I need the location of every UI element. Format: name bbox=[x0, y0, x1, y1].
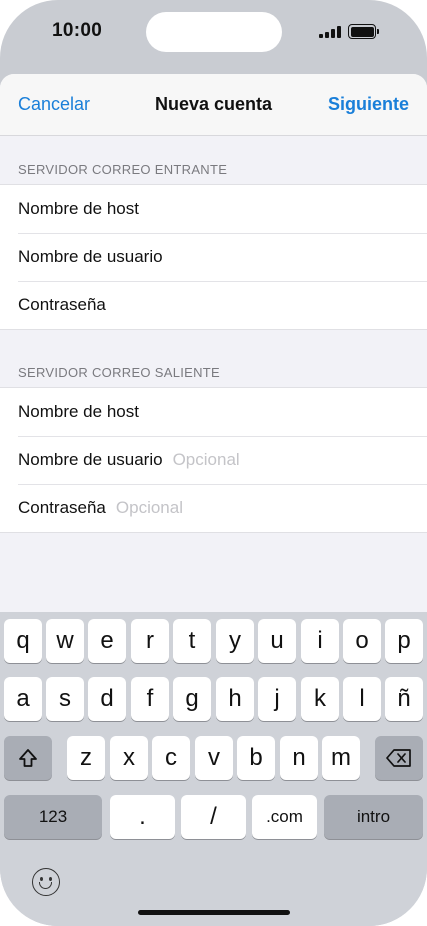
emoji-icon[interactable] bbox=[32, 868, 60, 896]
dotcom-key[interactable]: .com bbox=[252, 795, 317, 839]
key-c[interactable]: c bbox=[152, 736, 190, 780]
key-u[interactable]: u bbox=[258, 619, 296, 663]
backspace-icon bbox=[386, 749, 411, 767]
incoming-group: Nombre de host Nombre de usuario Contras… bbox=[0, 184, 427, 330]
nav-bar: Cancelar Nueva cuenta Siguiente bbox=[0, 74, 427, 136]
row-label: Nombre de usuario bbox=[18, 247, 163, 266]
key-i[interactable]: i bbox=[301, 619, 339, 663]
key-f[interactable]: f bbox=[131, 677, 169, 721]
key-k[interactable]: k bbox=[301, 677, 339, 721]
backspace-key[interactable] bbox=[375, 736, 423, 780]
key-p[interactable]: p bbox=[385, 619, 423, 663]
key-g[interactable]: g bbox=[173, 677, 211, 721]
outgoing-password-row[interactable]: Contraseña bbox=[0, 484, 427, 532]
key-n[interactable]: n bbox=[280, 736, 318, 780]
key-o[interactable]: o bbox=[343, 619, 381, 663]
outgoing-password-input[interactable] bbox=[115, 498, 316, 518]
key-r[interactable]: r bbox=[131, 619, 169, 663]
key-j[interactable]: j bbox=[258, 677, 296, 721]
key-l[interactable]: l bbox=[343, 677, 381, 721]
incoming-section-header: SERVIDOR CORREO ENTRANTE bbox=[18, 162, 228, 177]
key-t[interactable]: t bbox=[173, 619, 211, 663]
outgoing-group: Nombre de host Nombre de usuario Contras… bbox=[0, 387, 427, 533]
row-label: Nombre de host bbox=[18, 402, 139, 421]
key-q[interactable]: q bbox=[4, 619, 42, 663]
return-key[interactable]: intro bbox=[324, 795, 423, 839]
key-enye[interactable]: ñ bbox=[385, 677, 423, 721]
shift-icon bbox=[19, 749, 37, 767]
battery-icon bbox=[348, 24, 379, 39]
row-label: Nombre de host bbox=[18, 199, 139, 218]
incoming-host-row[interactable]: Nombre de host bbox=[0, 185, 427, 233]
status-time: 10:00 bbox=[52, 20, 103, 41]
row-label: Contraseña bbox=[18, 498, 106, 517]
home-indicator[interactable] bbox=[138, 910, 290, 915]
phone-screen: 10:00 Cancelar Nueva cuenta Siguiente SE… bbox=[0, 0, 427, 926]
numbers-key[interactable]: 123 bbox=[4, 795, 102, 839]
incoming-password-row[interactable]: Contraseña bbox=[0, 281, 427, 329]
key-h[interactable]: h bbox=[216, 677, 254, 721]
key-w[interactable]: w bbox=[46, 619, 84, 663]
key-b[interactable]: b bbox=[237, 736, 275, 780]
outgoing-username-row[interactable]: Nombre de usuario bbox=[0, 436, 427, 484]
key-v[interactable]: v bbox=[195, 736, 233, 780]
outgoing-username-input[interactable] bbox=[172, 450, 373, 470]
row-label: Nombre de usuario bbox=[18, 450, 163, 469]
key-a[interactable]: a bbox=[4, 677, 42, 721]
status-bar: 10:00 bbox=[0, 0, 427, 70]
key-d[interactable]: d bbox=[88, 677, 126, 721]
keyboard: q w e r t y u i o p a s d f g h j k l ñ … bbox=[0, 612, 427, 926]
outgoing-section-header: SERVIDOR CORREO SALIENTE bbox=[18, 365, 221, 380]
dot-key[interactable]: . bbox=[110, 795, 175, 839]
key-m[interactable]: m bbox=[322, 736, 360, 780]
outgoing-host-row[interactable]: Nombre de host bbox=[0, 388, 427, 436]
slash-key[interactable]: / bbox=[181, 795, 246, 839]
key-s[interactable]: s bbox=[46, 677, 84, 721]
new-account-sheet: Cancelar Nueva cuenta Siguiente SERVIDOR… bbox=[0, 74, 427, 614]
incoming-username-row[interactable]: Nombre de usuario bbox=[0, 233, 427, 281]
row-label: Contraseña bbox=[18, 295, 106, 314]
key-y[interactable]: y bbox=[216, 619, 254, 663]
dynamic-island bbox=[146, 12, 282, 52]
signal-icon bbox=[319, 26, 343, 38]
shift-key[interactable] bbox=[4, 736, 52, 780]
key-z[interactable]: z bbox=[67, 736, 105, 780]
key-x[interactable]: x bbox=[110, 736, 148, 780]
key-e[interactable]: e bbox=[88, 619, 126, 663]
next-button[interactable]: Siguiente bbox=[328, 94, 409, 115]
